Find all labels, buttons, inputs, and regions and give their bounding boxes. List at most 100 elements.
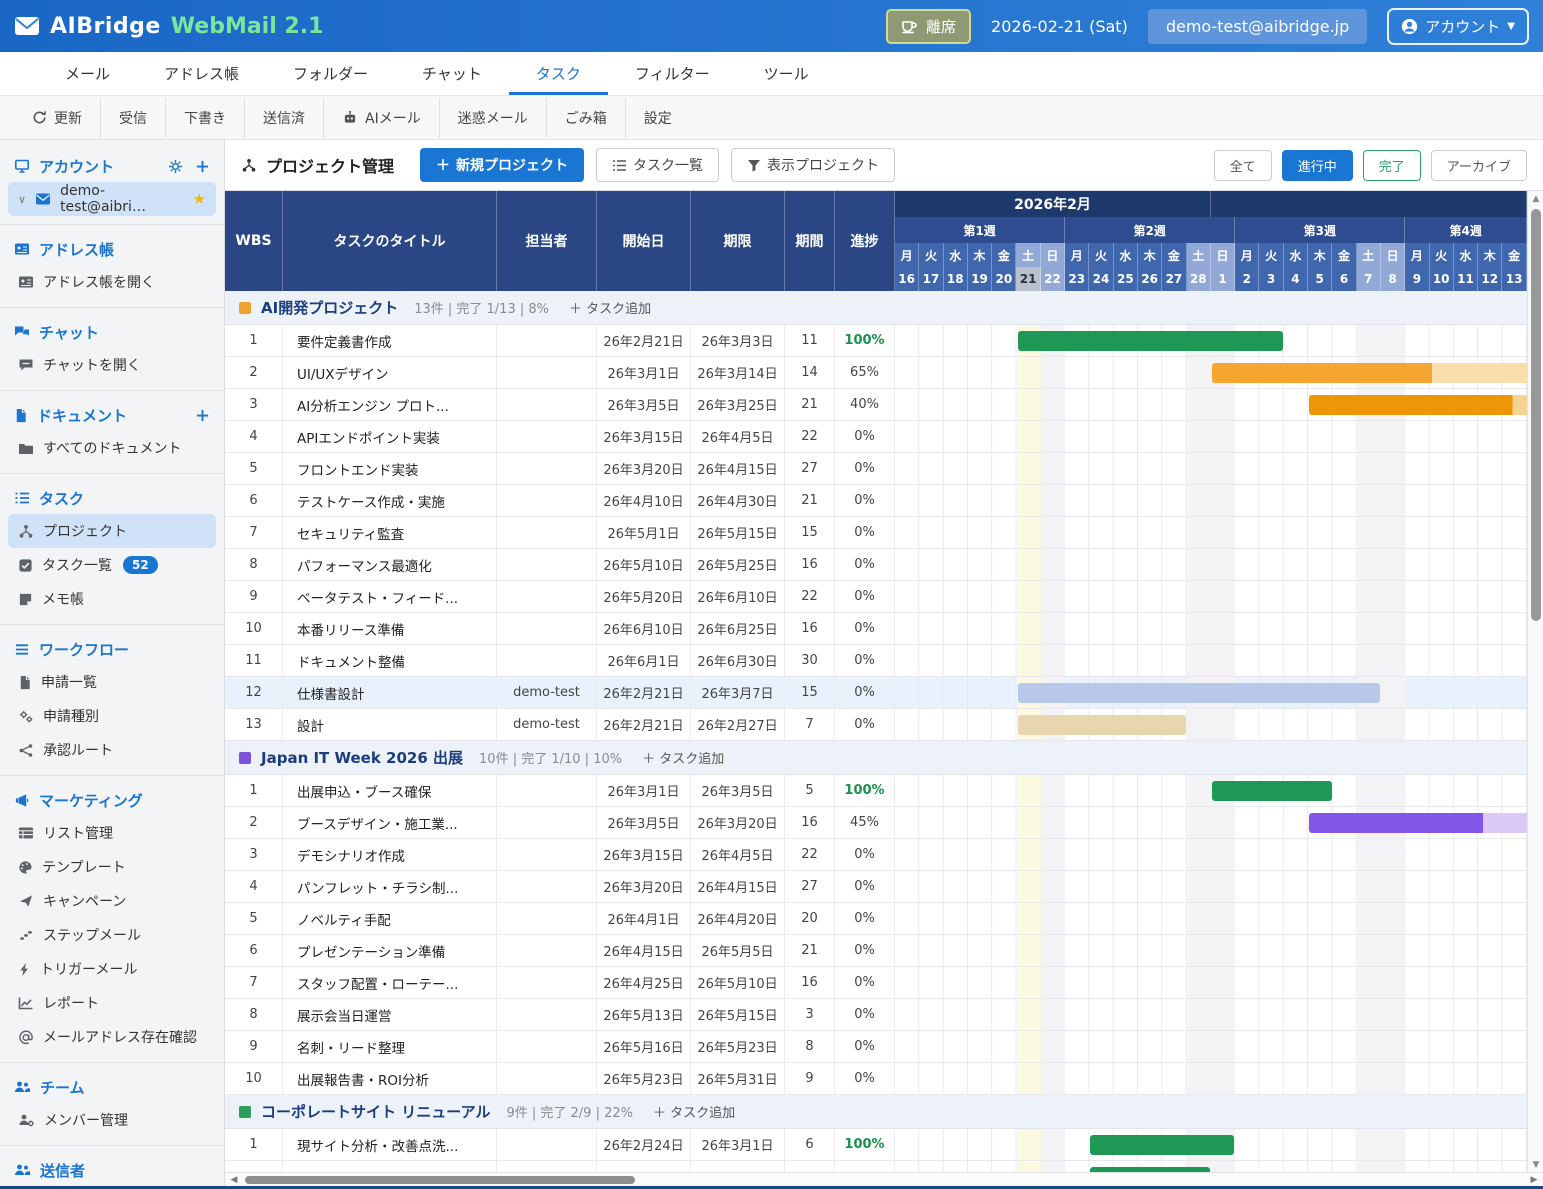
task-row[interactable]: 2ブースデザイン・施工業...26年3月5日26年3月20日1645% bbox=[225, 807, 1527, 839]
task-row[interactable]: 12仕様書設計demo-test26年2月21日26年3月7日150% bbox=[225, 677, 1527, 709]
task-row[interactable]: 1出展申込・ブース確保26年3月1日26年3月5日5100% bbox=[225, 775, 1527, 807]
task-row[interactable]: 10出展報告書・ROI分析26年5月23日26年5月31日90% bbox=[225, 1063, 1527, 1095]
vertical-scrollbar[interactable]: ▲ ▼ bbox=[1527, 191, 1543, 1172]
task-row[interactable]: 8パフォーマンス最適化26年5月10日26年5月25日160% bbox=[225, 549, 1527, 581]
tab-chat[interactable]: チャット bbox=[395, 52, 509, 95]
task-row[interactable]: 8展示会当日運営26年5月13日26年5月15日30% bbox=[225, 999, 1527, 1031]
task-row[interactable]: 11ドキュメント整備26年6月1日26年6月30日300% bbox=[225, 645, 1527, 677]
sidebar-item-projects[interactable]: プロジェクト bbox=[8, 514, 216, 548]
sidebar-item-open-chat[interactable]: チャットを開く bbox=[8, 348, 216, 382]
task-row[interactable]: 10本番リリース準備26年6月10日26年6月25日160% bbox=[225, 613, 1527, 645]
sidebar-item-account-demo-test[interactable]: ∨demo-test@aibri…★ bbox=[8, 182, 216, 216]
tab-task[interactable]: タスク bbox=[509, 52, 608, 95]
weekend-column-stripe bbox=[1041, 1031, 1065, 1062]
task-row[interactable]: 1現サイト分析・改善点洗...26年2月24日26年3月1日6100% bbox=[225, 1129, 1527, 1161]
scroll-left-arrow[interactable]: ◀ bbox=[227, 1173, 241, 1187]
sidebar-item-label: 申請一覧 bbox=[41, 672, 97, 692]
gantt-bar-green[interactable] bbox=[1090, 1135, 1234, 1155]
task-row[interactable]: 7スタッフ配置・ローテー...26年4月25日26年5月10日160% bbox=[225, 967, 1527, 999]
gantt-bar-green[interactable] bbox=[1212, 781, 1332, 801]
sidebar-item-request-list[interactable]: 申請一覧 bbox=[8, 665, 216, 699]
filter-all[interactable]: 全て bbox=[1214, 150, 1272, 181]
task-row[interactable]: 9名刺・リード整理26年5月16日26年5月23日80% bbox=[225, 1031, 1527, 1063]
add-task-button[interactable]: ＋ タスク追加 bbox=[642, 748, 724, 767]
task-row[interactable]: 4パンフレット・チラシ制...26年3月20日26年4月15日270% bbox=[225, 871, 1527, 903]
task-row-left: 5ノベルティ手配26年4月1日26年4月20日200% bbox=[225, 903, 895, 934]
sidebar-item-email-verification[interactable]: メールアドレス存在確認 bbox=[8, 1020, 216, 1054]
task-row[interactable]: 2UI/UXデザイン26年3月1日26年3月14日1465% bbox=[225, 357, 1527, 389]
tab-filter[interactable]: フィルター bbox=[608, 52, 737, 95]
gantt-bar-periwinkle[interactable] bbox=[1018, 683, 1381, 703]
gear-icon[interactable] bbox=[168, 159, 183, 174]
tab-addressbook[interactable]: アドレス帳 bbox=[137, 52, 266, 95]
task-row[interactable]: 7セキュリティ監査26年5月1日26年5月15日150% bbox=[225, 517, 1527, 549]
plus-icon[interactable] bbox=[195, 159, 210, 174]
sidebar-item-notes[interactable]: メモ帳 bbox=[8, 582, 216, 616]
sidebar-item-all-documents[interactable]: すべてのドキュメント bbox=[8, 431, 216, 465]
task-row[interactable]: 9ベータテスト・フィード...26年5月20日26年6月10日220% bbox=[225, 581, 1527, 613]
sidebar-item-request-types[interactable]: 申請種別 bbox=[8, 699, 216, 733]
toolbar-item-ai-mail[interactable]: AIメール bbox=[324, 96, 439, 139]
task-row[interactable]: 6テストケース作成・実施26年4月10日26年4月30日210% bbox=[225, 485, 1527, 517]
new-project-button[interactable]: ＋ 新規プロジェクト bbox=[420, 148, 584, 182]
toolbar-item-trash[interactable]: ごみ箱 bbox=[547, 96, 625, 139]
chevron-down-icon[interactable]: ∨ bbox=[18, 193, 26, 206]
filter-archive[interactable]: アーカイブ bbox=[1431, 150, 1527, 181]
sidebar-section-title: チーム bbox=[40, 1077, 85, 1098]
filter-in-progress[interactable]: 進行中 bbox=[1282, 150, 1353, 181]
task-wbs: 13 bbox=[225, 709, 283, 740]
horizontal-scrollbar-thumb[interactable] bbox=[245, 1176, 635, 1184]
plus-icon[interactable] bbox=[195, 408, 210, 423]
gantt-bar-amber[interactable] bbox=[1309, 395, 1527, 415]
sidebar-item-trigger-mail[interactable]: トリガーメール bbox=[8, 952, 216, 986]
add-task-button[interactable]: ＋ タスク追加 bbox=[653, 1102, 735, 1121]
task-list-button[interactable]: タスク一覧 bbox=[596, 148, 719, 182]
scroll-down-arrow[interactable]: ▼ bbox=[1528, 1157, 1543, 1172]
star-icon[interactable]: ★ bbox=[193, 190, 206, 208]
date-cell-7: 23 bbox=[1065, 267, 1089, 291]
task-row[interactable]: 13設計demo-test26年2月21日26年2月27日70% bbox=[225, 709, 1527, 741]
toolbar-item-settings[interactable]: 設定 bbox=[626, 96, 690, 139]
task-assignee bbox=[497, 325, 597, 356]
task-row[interactable]: 5フロントエンド実装26年3月20日26年4月15日270% bbox=[225, 453, 1527, 485]
task-row[interactable]: 3デモシナリオ作成26年3月15日26年4月5日220% bbox=[225, 839, 1527, 871]
toolbar-item-refresh[interactable]: 更新 bbox=[14, 96, 100, 139]
task-start-date: 26年6月1日 bbox=[597, 645, 691, 676]
toolbar-item-spam[interactable]: 迷惑メール bbox=[440, 96, 546, 139]
sidebar-item-step-mail[interactable]: ステップメール bbox=[8, 918, 216, 952]
gantt-bar-tan[interactable] bbox=[1018, 715, 1186, 735]
task-row[interactable]: 3AI分析エンジン プロト...26年3月5日26年3月25日2140% bbox=[225, 389, 1527, 421]
tab-mail[interactable]: メール bbox=[38, 52, 137, 95]
sidebar-item-task-list[interactable]: タスク一覧52 bbox=[8, 548, 216, 582]
task-row[interactable]: 1要件定義書作成26年2月21日26年3月3日11100% bbox=[225, 325, 1527, 357]
toolbar-item-drafts[interactable]: 下書き bbox=[166, 96, 244, 139]
horizontal-scrollbar[interactable]: ◀ ▶ bbox=[225, 1172, 1543, 1186]
gantt-bar-green[interactable] bbox=[1018, 331, 1283, 351]
scroll-up-arrow[interactable]: ▲ bbox=[1528, 191, 1543, 207]
task-row[interactable]: 5ノベルティ手配26年4月1日26年4月20日200% bbox=[225, 903, 1527, 935]
task-row[interactable]: 4APIエンドポイント実装26年3月15日26年4月5日220% bbox=[225, 421, 1527, 453]
task-row-left: 10出展報告書・ROI分析26年5月23日26年5月31日90% bbox=[225, 1063, 895, 1094]
sidebar-item-member-management[interactable]: メンバー管理 bbox=[8, 1103, 216, 1137]
sidebar-item-templates[interactable]: テンプレート bbox=[8, 850, 216, 884]
account-menu-button[interactable]: アカウント ▼ bbox=[1387, 8, 1529, 45]
away-status-button[interactable]: 離席 bbox=[886, 9, 971, 44]
show-projects-filter-button[interactable]: 表示プロジェクト bbox=[731, 148, 895, 182]
sidebar-item-list-management[interactable]: リスト管理 bbox=[8, 816, 216, 850]
tab-tools[interactable]: ツール bbox=[737, 52, 836, 95]
sidebar-item-campaigns[interactable]: キャンペーン bbox=[8, 884, 216, 918]
sidebar-section-title: タスク bbox=[39, 488, 84, 509]
sidebar-item-open-addressbook[interactable]: アドレス帳を開く bbox=[8, 265, 216, 299]
tab-folder[interactable]: フォルダー bbox=[266, 52, 395, 95]
sidebar-item-approval-routes[interactable]: 承認ルート bbox=[8, 733, 216, 767]
vertical-scrollbar-thumb[interactable] bbox=[1531, 209, 1541, 621]
sidebar-item-reports[interactable]: レポート bbox=[8, 986, 216, 1020]
toolbar-item-sent[interactable]: 送信済 bbox=[245, 96, 323, 139]
gantt-bar-purple[interactable] bbox=[1309, 813, 1527, 833]
task-row[interactable]: 6プレゼンテーション準備26年4月15日26年5月5日210% bbox=[225, 935, 1527, 967]
filter-done[interactable]: 完了 bbox=[1363, 150, 1421, 181]
gantt-bar-orange[interactable] bbox=[1212, 363, 1527, 383]
add-task-button[interactable]: ＋ タスク追加 bbox=[569, 298, 651, 317]
toolbar-item-inbox[interactable]: 受信 bbox=[101, 96, 165, 139]
scroll-right-arrow[interactable]: ▶ bbox=[1527, 1173, 1541, 1187]
